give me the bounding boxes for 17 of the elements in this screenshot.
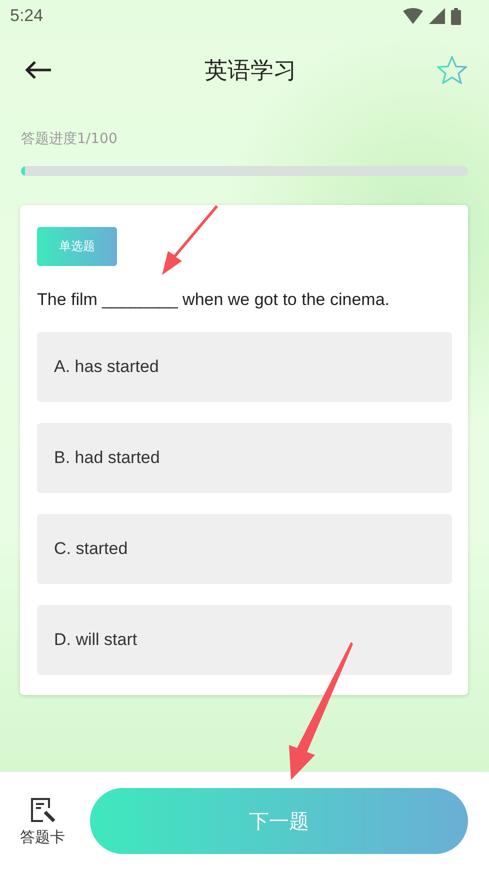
question-text: The film ________ when we got to the cinema. [37, 290, 390, 310]
annotation-arrow [160, 205, 220, 277]
status-time: 5:24 [10, 6, 44, 26]
battery-icon [451, 8, 461, 24]
signal-icon [429, 8, 445, 24]
answer-option[interactable]: C. started [37, 514, 452, 584]
wifi-icon [403, 8, 423, 24]
back-arrow-icon[interactable] [24, 60, 52, 80]
progress-label: 答题进度1/100 [21, 130, 118, 148]
page-title: 英语学习 [204, 56, 296, 86]
answer-option[interactable]: B. had started [37, 423, 452, 493]
answer-sheet-icon [28, 796, 56, 824]
answer-card-button[interactable]: 答题卡 [20, 796, 65, 846]
answer-option[interactable]: D. will start [37, 605, 452, 675]
star-icon[interactable] [437, 56, 467, 84]
answer-option[interactable]: A. has started [37, 332, 452, 402]
question-type-tag: 单选题 [37, 227, 117, 266]
